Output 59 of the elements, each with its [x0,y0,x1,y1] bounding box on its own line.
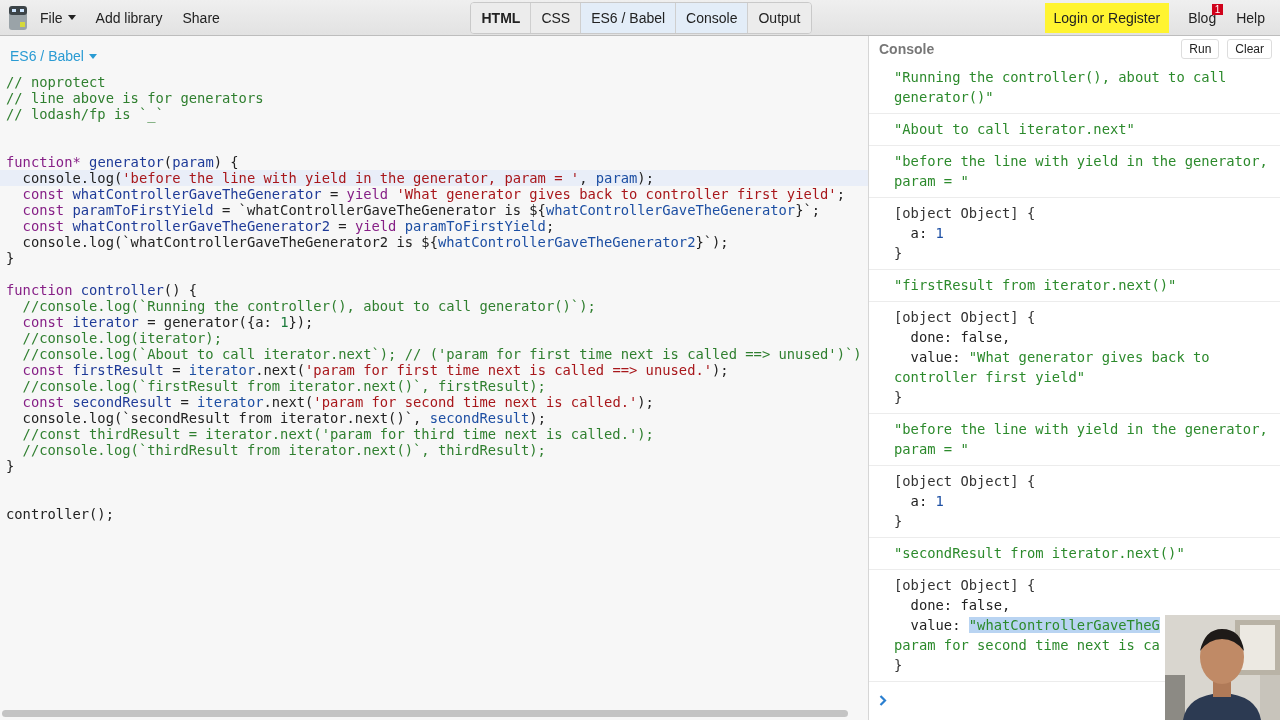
object-header: [object Object] { [894,576,1037,595]
object-close: } [894,244,904,263]
object-property: value: "What generator gives back to controller first yield" [894,348,1211,387]
code-line: const paramToFirstYield = `whatControllerGaveTheGenerator is ${whatControllerGaveTheGenerator}`; [21,202,822,218]
log-message: "secondResult from iterator.next()" [894,544,1186,563]
property-continuation: param for second time next is ca [894,636,1161,655]
code-line: // lodash/fp is `_` [5,106,165,122]
object-property: done: false, [909,328,1012,347]
menu-item[interactable]: Help [1227,2,1274,33]
code-line: //console.log(`About to call iterator.next`); // ('param for first time next is called ==> unused')`) [21,346,863,362]
code-line: console.log(`secondResult from iterator.next()`, secondResult); [21,410,547,426]
object-property: a: 1 [909,224,945,243]
code-line: //const thirdResult = iterator.next('param for third time next is called.'); [21,426,655,442]
prompt-icon [879,695,887,706]
code-line: controller(); [5,506,115,522]
code-line: // line above is for generators [5,90,265,106]
code-line: //console.log(`firstResult from iterator.next()`, firstResult); [21,378,547,394]
menu-item[interactable]: Share [174,5,228,30]
code-line: const secondResult = iterator.next('param for second time next is called.'); [21,394,655,410]
code-line: } [5,458,16,474]
code-line: const whatControllerGaveTheGenerator = yield 'What generator gives back to controller first yield'; [21,186,846,202]
menu-item[interactable]: File [32,5,84,30]
code-line: } [5,250,16,266]
logo-icon [8,4,28,31]
notification-badge: 1 [1211,3,1224,15]
clear-button[interactable]: Clear [1227,39,1272,59]
code-line: function* generator(param) { [5,154,240,170]
code-line: const whatControllerGaveTheGenerator2 = yield paramToFirstYield; [21,218,556,234]
code-line: // noprotect [5,74,107,90]
code-line: //console.log(iterator); [21,330,223,346]
panel-tab[interactable]: Output [747,2,811,33]
code-line: //console.log(`thirdResult from iterator.next()`, thirdResult); [21,442,547,458]
object-property: done: false, [909,596,1012,615]
object-close: } [894,656,904,675]
code-line: function controller() { [5,282,199,298]
code-line: //console.log(`Running the controller(), about to call generator()`); [21,298,597,314]
console-title: Console [879,41,936,57]
panel-tab[interactable]: ES6 / Babel [580,2,676,33]
panel-tab[interactable]: Console [675,2,748,33]
menu-item[interactable]: Add library [87,5,171,30]
log-message: "before the line with yield in the generator, param = " [894,152,1269,191]
log-message: "before the line with yield in the generator, param = " [894,420,1269,459]
object-header: [object Object] { [894,204,1037,223]
object-header: [object Object] { [894,472,1037,491]
caret-icon [67,15,76,20]
object-close: } [894,512,904,531]
run-button[interactable]: Run [1181,39,1220,59]
code-line: const firstResult = iterator.next('param for first time next is called ==> unused.'); [21,362,730,378]
log-message: "About to call iterator.next" [894,120,1136,139]
scrollbar[interactable] [2,710,848,717]
code-line: console.log(`whatControllerGaveTheGenerator2 is ${whatControllerGaveTheGenerator2}`); [21,234,730,250]
login-button[interactable]: Login or Register [1044,2,1170,33]
object-close: } [894,388,904,407]
log-message: "Running the controller(), about to call generator()" [894,68,1228,107]
object-property: a: 1 [909,492,945,511]
caret-icon [88,53,97,59]
log-message: "firstResult from iterator.next()" [894,276,1178,295]
object-header: [object Object] { [894,308,1037,327]
code-line: const iterator = generator({a: 1}); [21,314,315,330]
